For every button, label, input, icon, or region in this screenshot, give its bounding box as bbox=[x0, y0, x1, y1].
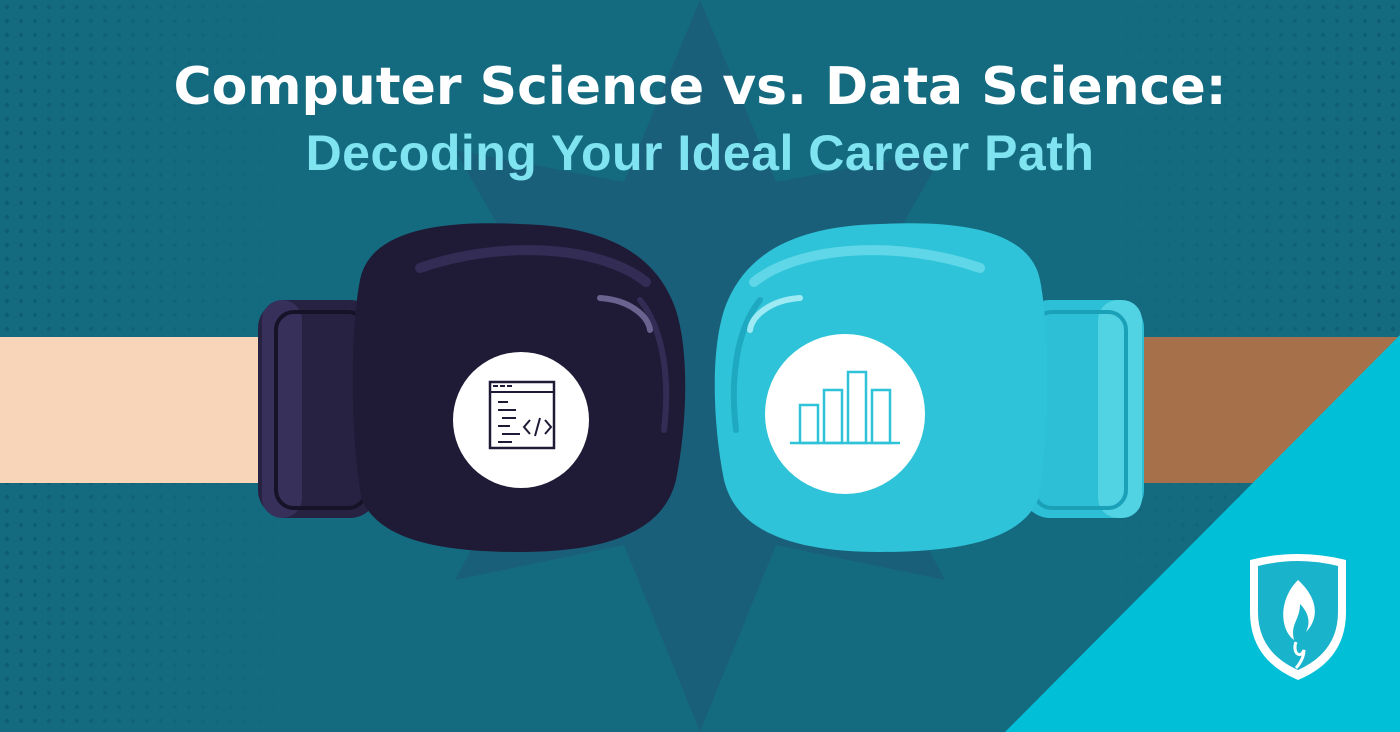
left-arm bbox=[0, 337, 300, 483]
code-window-icon bbox=[453, 352, 589, 488]
headline-line-2: Decoding Your Ideal Career Path bbox=[305, 125, 1095, 181]
hero-banner: Computer Science vs. Data Science: Decod… bbox=[0, 0, 1400, 732]
headline: Computer Science vs. Data Science: Decod… bbox=[0, 52, 1400, 184]
headline-line-1: Computer Science vs. Data Science: bbox=[173, 57, 1227, 117]
bar-chart-icon bbox=[765, 334, 925, 494]
